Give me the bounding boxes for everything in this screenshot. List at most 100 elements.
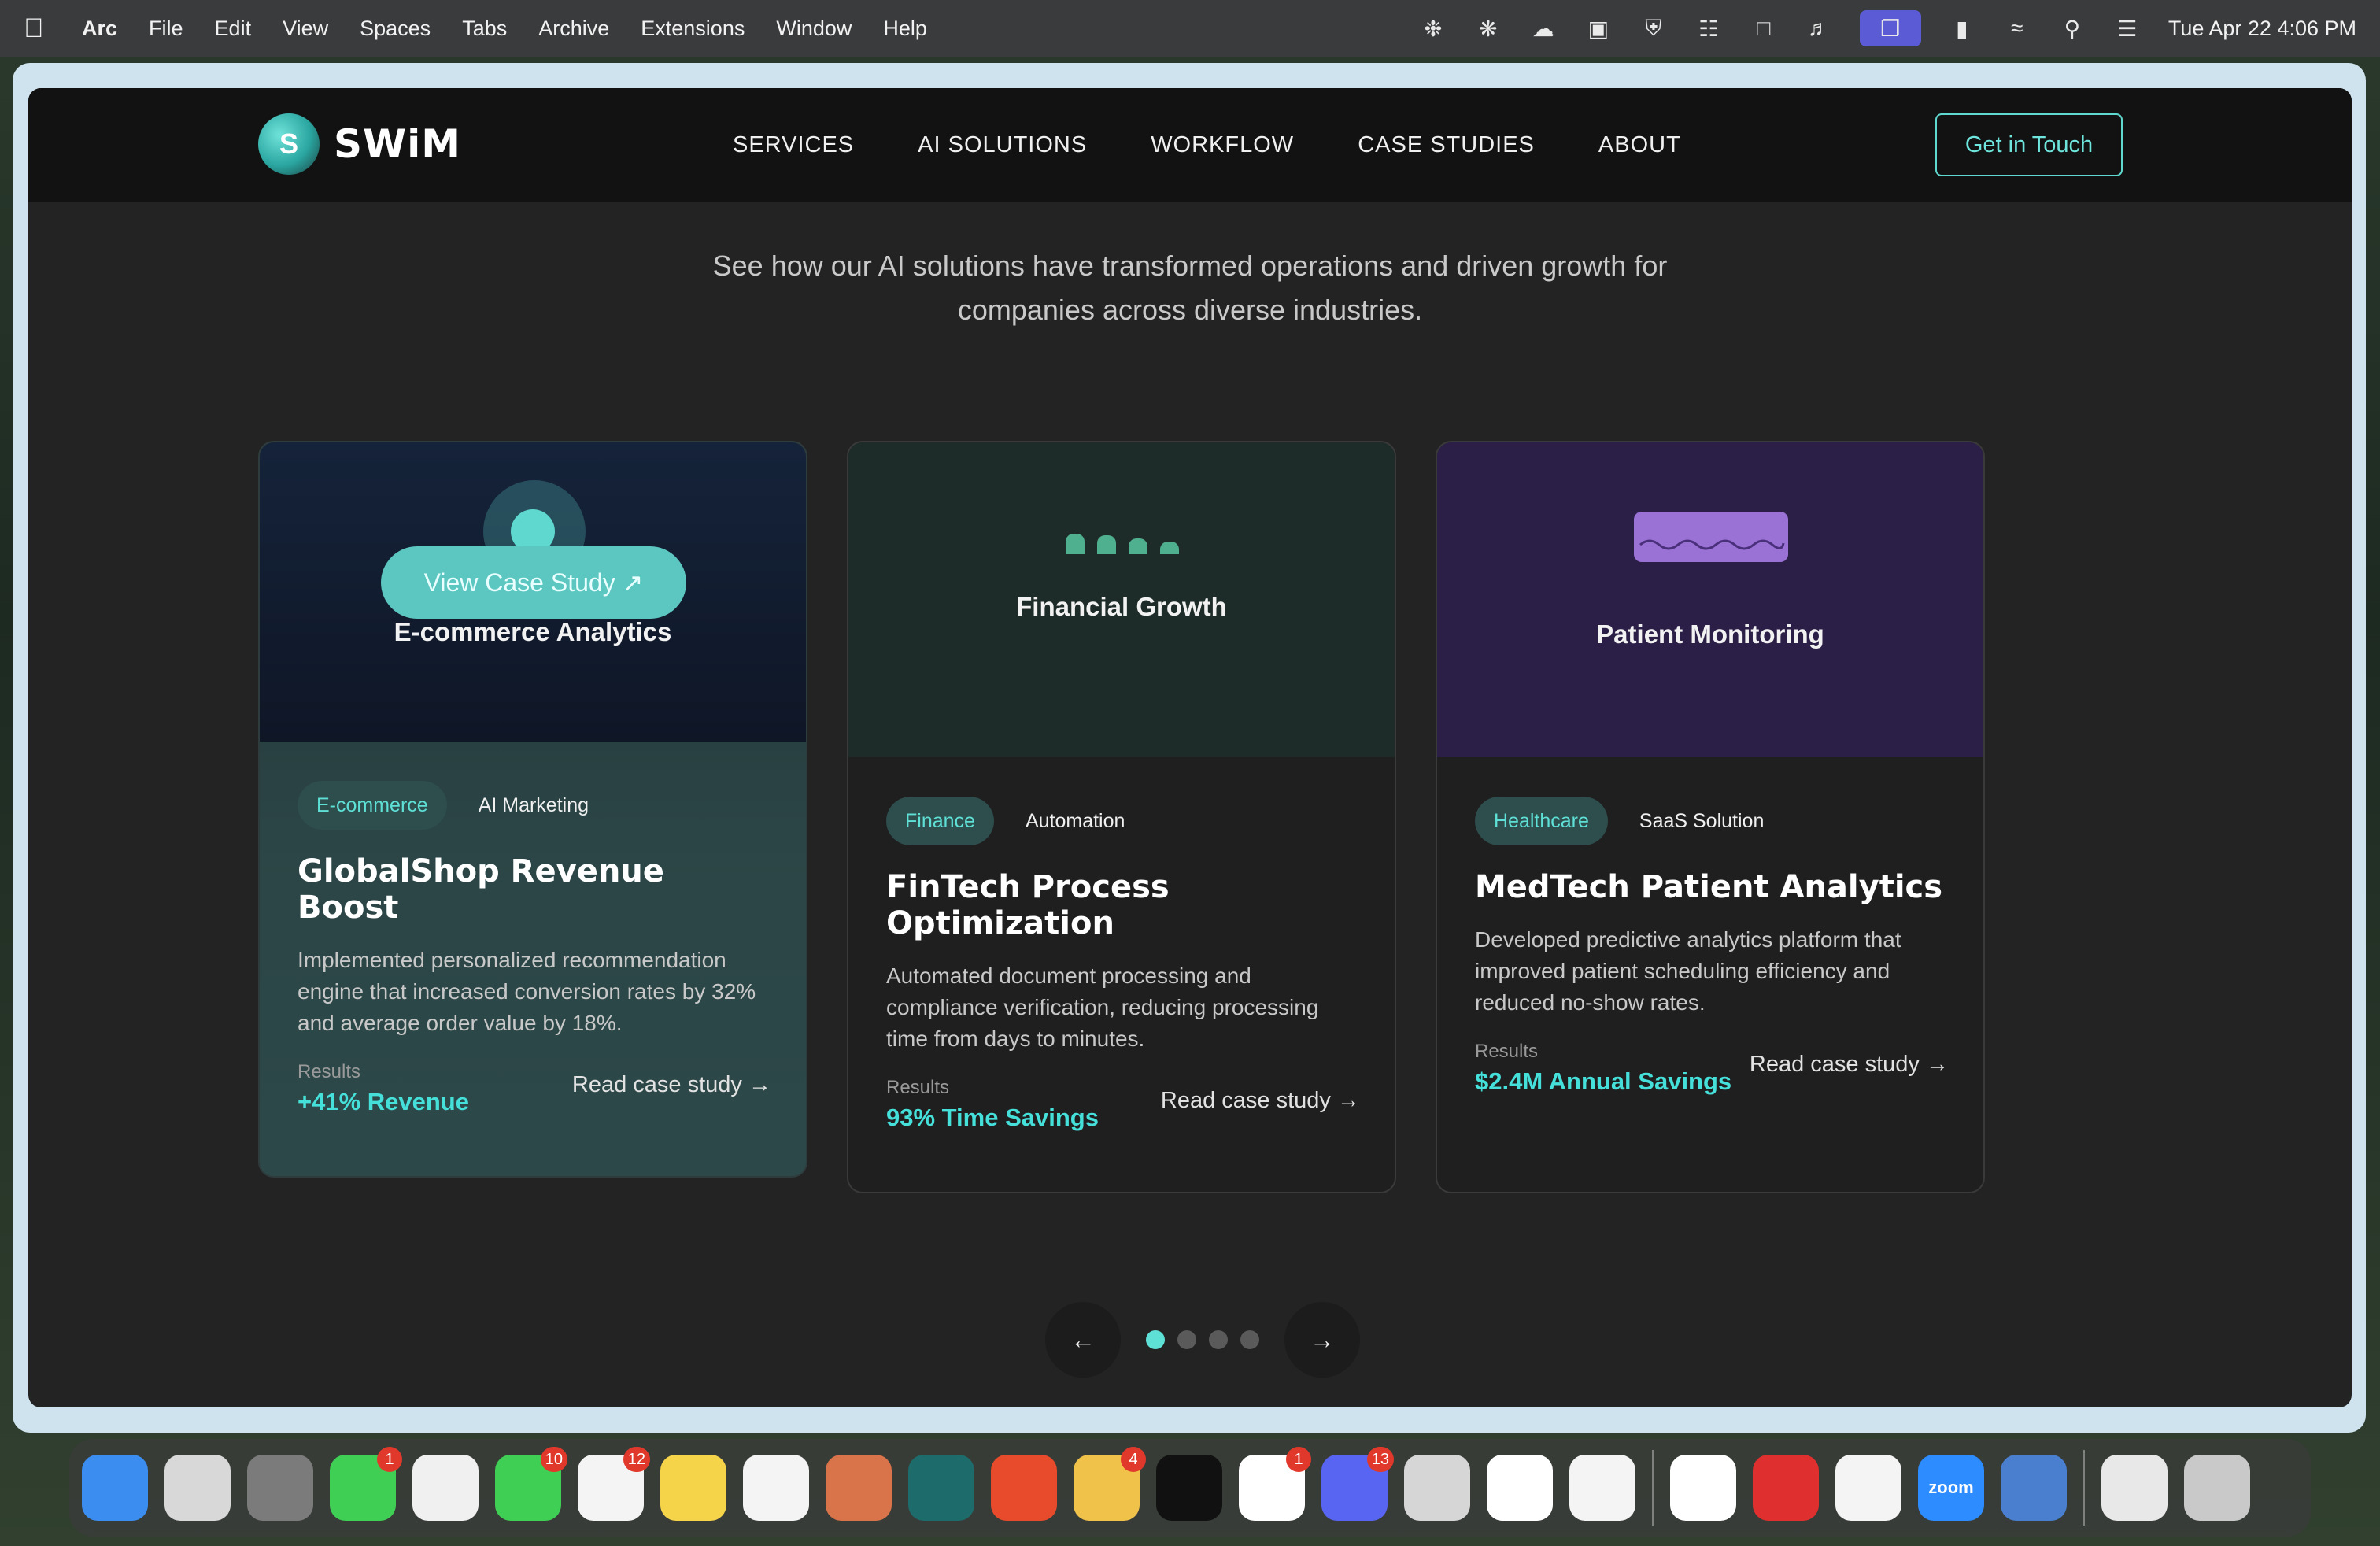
tag-secondary: SaaS Solution bbox=[1639, 809, 1765, 832]
next-arrow-button[interactable]: → bbox=[1284, 1302, 1360, 1378]
dock-settings-icon[interactable] bbox=[247, 1455, 313, 1521]
site-header: S SWiM SERVICES AI SOLUTIONS WORKFLOW CA… bbox=[28, 88, 2352, 202]
menu-bar:  Arc File Edit View Spaces Tabs Archive… bbox=[0, 0, 2380, 57]
chatgpt-icon[interactable]: ❉ bbox=[1419, 14, 1447, 43]
menu-help[interactable]: Help bbox=[883, 17, 927, 41]
search-icon[interactable]: ⚲ bbox=[2058, 14, 2086, 43]
card-description: Automated document processing and compli… bbox=[886, 963, 1319, 1051]
card-visual: View Case Study ↗ E-commerce Analytics bbox=[260, 442, 806, 742]
spark-icon[interactable]: ❋ bbox=[1474, 14, 1502, 43]
nav-ai-solutions[interactable]: AI SOLUTIONS bbox=[918, 132, 1087, 158]
nav-services[interactable]: SERVICES bbox=[733, 132, 854, 158]
dock-photos-icon[interactable] bbox=[412, 1455, 479, 1521]
tag-list: Finance Automation bbox=[886, 797, 1360, 845]
tag-list: E-commerce AI Marketing bbox=[298, 781, 771, 830]
visual-title: E-commerce Analytics bbox=[394, 617, 672, 646]
cloud-icon[interactable]: ☁ bbox=[1529, 14, 1558, 43]
pagination-dot-4[interactable] bbox=[1240, 1330, 1259, 1349]
menu-window[interactable]: Window bbox=[776, 17, 852, 41]
dock-slack-icon[interactable] bbox=[1670, 1455, 1736, 1521]
dock-claude-icon[interactable] bbox=[826, 1455, 892, 1521]
menu-archive[interactable]: Archive bbox=[538, 17, 609, 41]
pagination-dot-3[interactable] bbox=[1209, 1330, 1228, 1349]
menu-extensions[interactable]: Extensions bbox=[641, 17, 745, 41]
menu-clock[interactable]: Tue Apr 22 4:06 PM bbox=[2168, 17, 2356, 41]
dock-chatgpt-icon[interactable] bbox=[743, 1455, 809, 1521]
section-intro: See how our AI solutions have transforme… bbox=[28, 244, 2352, 332]
dock-notes-icon[interactable] bbox=[660, 1455, 726, 1521]
dock-trash-icon[interactable] bbox=[2184, 1455, 2250, 1521]
dock-mail-icon[interactable]: 4 bbox=[1074, 1447, 1146, 1521]
control-center-icon[interactable]: ☰ bbox=[2113, 14, 2142, 43]
nav-workflow[interactable]: WORKFLOW bbox=[1151, 132, 1294, 158]
apple-icon[interactable]:  bbox=[24, 13, 61, 44]
notification-badge: 10 bbox=[540, 1447, 567, 1472]
card-title: GlobalShop Revenue Boost bbox=[298, 853, 664, 926]
dock-separator bbox=[2083, 1450, 2085, 1526]
get-in-touch-button[interactable]: Get in Touch bbox=[1935, 113, 2123, 176]
shield-icon[interactable]: ⛨ bbox=[1639, 14, 1668, 43]
notification-badge: 13 bbox=[1366, 1447, 1394, 1472]
dock-separator bbox=[1652, 1450, 1654, 1526]
results-row: Results 93% Time Savings Read case study… bbox=[886, 1077, 1360, 1132]
dock-affinity-icon[interactable] bbox=[1487, 1455, 1553, 1521]
dock-discord-icon[interactable]: 13 bbox=[1321, 1447, 1394, 1521]
dock-iphone-mirroring-icon[interactable] bbox=[1404, 1455, 1470, 1521]
dock-vpn-icon[interactable] bbox=[1753, 1455, 1819, 1521]
previous-arrow-button[interactable]: ← bbox=[1045, 1302, 1121, 1378]
dock-app-red-icon[interactable] bbox=[991, 1455, 1057, 1521]
visual-title: Patient Monitoring bbox=[1596, 620, 1824, 649]
case-study-card-fintech[interactable]: Financial Growth Finance Automation FinT… bbox=[847, 441, 1396, 1193]
airpods-icon[interactable]: ♬ bbox=[1805, 14, 1833, 43]
view-case-study-button[interactable]: View Case Study ↗ bbox=[381, 546, 686, 619]
tag-primary: E-commerce bbox=[298, 781, 447, 830]
dock-reminders-icon[interactable]: 12 bbox=[578, 1447, 650, 1521]
dock-notion-icon[interactable]: 1 bbox=[1239, 1447, 1311, 1521]
dock-facetime-icon[interactable]: 10 bbox=[495, 1447, 567, 1521]
dock-linear-icon[interactable] bbox=[1156, 1455, 1222, 1521]
screen-mirroring-icon[interactable]: ❐ bbox=[1859, 10, 1921, 46]
notion-icon[interactable]: □ bbox=[1750, 14, 1778, 43]
notification-badge: 12 bbox=[623, 1447, 650, 1472]
read-case-study-link[interactable]: Read case study → bbox=[1750, 1052, 1949, 1078]
dock-display-icon[interactable] bbox=[2001, 1455, 2067, 1521]
carousel-controls: ← → bbox=[1045, 1300, 1360, 1379]
pagination-dot-2[interactable] bbox=[1177, 1330, 1196, 1349]
menu-spaces[interactable]: Spaces bbox=[360, 17, 431, 41]
dock-perplexity-icon[interactable] bbox=[908, 1455, 974, 1521]
battery-icon[interactable]: ▮ bbox=[1948, 14, 1976, 43]
dock-zoom-icon[interactable]: zoom bbox=[1918, 1455, 1984, 1521]
dock-finder-icon[interactable] bbox=[82, 1455, 148, 1521]
dock-passwords-icon[interactable] bbox=[1569, 1455, 1635, 1521]
menu-app-name[interactable]: Arc bbox=[82, 17, 117, 41]
dock-file-icon[interactable] bbox=[2101, 1455, 2168, 1521]
menu-view[interactable]: View bbox=[283, 17, 328, 41]
dock-launchpad-icon[interactable] bbox=[164, 1455, 231, 1521]
results-row: Results $2.4M Annual Savings Read case s… bbox=[1475, 1041, 1949, 1096]
menu-tabs[interactable]: Tabs bbox=[462, 17, 507, 41]
dock: 1 10 12 4 1 13 zoom bbox=[69, 1439, 2311, 1537]
card-body: Finance Automation FinTech Process Optim… bbox=[886, 797, 1360, 1132]
nav-case-studies[interactable]: CASE STUDIES bbox=[1358, 132, 1535, 158]
logo-icon[interactable]: S bbox=[258, 113, 320, 175]
dock-messages-icon[interactable]: 1 bbox=[330, 1447, 402, 1521]
case-study-card-ecommerce[interactable]: View Case Study ↗ E-commerce Analytics E… bbox=[258, 441, 808, 1178]
logo-text[interactable]: SWiM bbox=[334, 121, 461, 167]
app-b-icon[interactable]: ▣ bbox=[1584, 14, 1613, 43]
read-case-study-link[interactable]: Read case study → bbox=[572, 1072, 771, 1098]
card-body: Healthcare SaaS Solution MedTech Patient… bbox=[1475, 797, 1949, 1096]
notification-badge: 1 bbox=[377, 1447, 402, 1472]
wave-monitor-icon bbox=[1634, 512, 1788, 562]
case-study-card-medtech[interactable]: Patient Monitoring Healthcare SaaS Solut… bbox=[1436, 441, 1985, 1193]
grid-icon[interactable]: ☷ bbox=[1694, 14, 1723, 43]
tag-primary: Finance bbox=[886, 797, 994, 845]
dock-chrome-icon[interactable] bbox=[1835, 1455, 1901, 1521]
menu-file[interactable]: File bbox=[149, 17, 183, 41]
results-row: Results +41% Revenue Read case study → bbox=[298, 1061, 771, 1116]
pagination-dot-1[interactable] bbox=[1146, 1330, 1165, 1349]
tag-secondary: AI Marketing bbox=[478, 793, 589, 816]
menu-edit[interactable]: Edit bbox=[215, 17, 252, 41]
nav-about[interactable]: ABOUT bbox=[1598, 132, 1681, 158]
wifi-icon[interactable]: ≈ bbox=[2003, 14, 2031, 43]
read-case-study-link[interactable]: Read case study → bbox=[1161, 1088, 1360, 1114]
